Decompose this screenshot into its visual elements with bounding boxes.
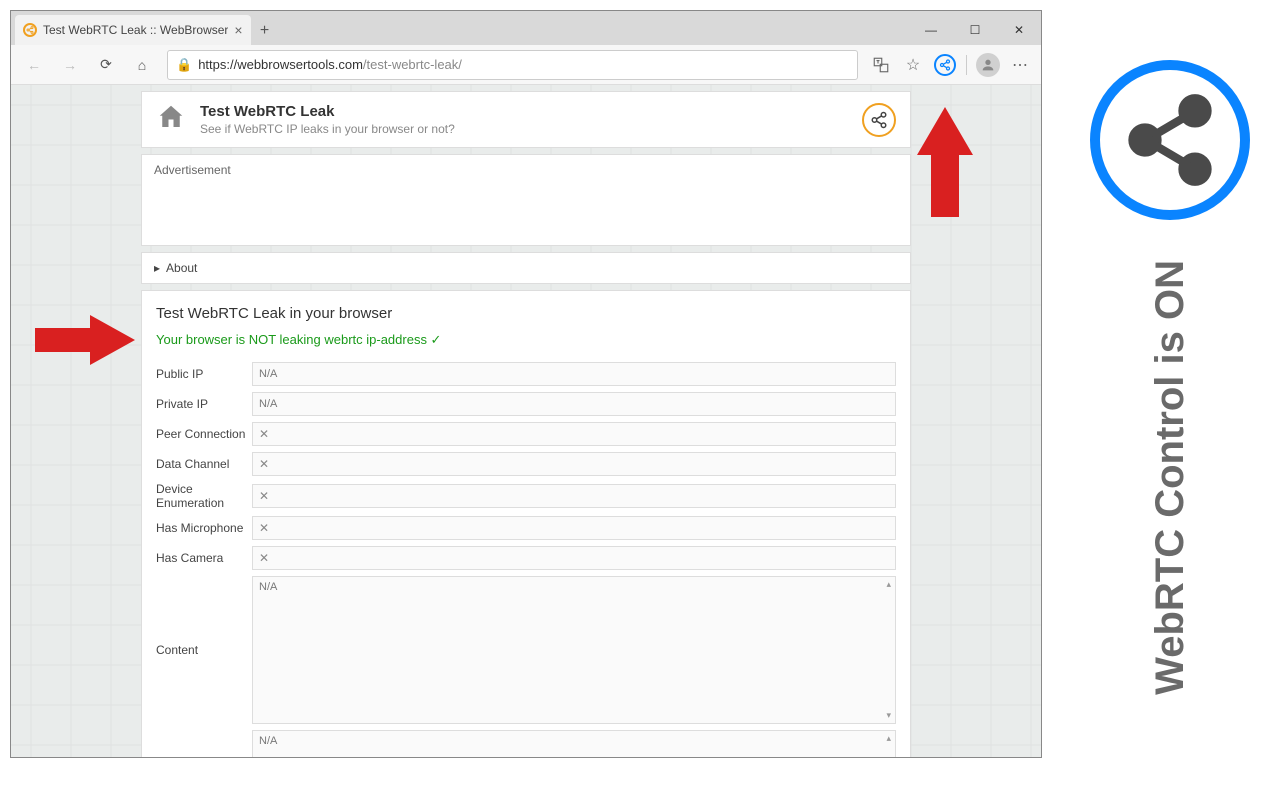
row-value: ✕	[252, 484, 896, 508]
row-label: Content	[156, 643, 252, 657]
webrtc-control-logo	[1090, 60, 1250, 220]
row-value: ✕	[252, 516, 896, 540]
section-title: Test WebRTC Leak in your browser	[156, 305, 896, 322]
row-label: Peer Connection	[156, 427, 252, 441]
advertisement-box: Advertisement	[141, 154, 911, 246]
result-row: Data Channel✕	[156, 452, 896, 476]
separator	[966, 55, 967, 75]
scroll-down-icon[interactable]: ▾	[886, 756, 891, 757]
address-bar[interactable]: 🔒 https://webbrowsertools.com/test-webrt…	[167, 50, 858, 80]
titlebar: Test WebRTC Leak :: WebBrowser × + — ☐ ✕	[11, 11, 1041, 45]
page-title: Test WebRTC Leak	[200, 103, 455, 120]
row-value: N/A ▴ ▾	[252, 730, 896, 757]
row-value: ✕	[252, 422, 896, 446]
row-label: Has Microphone	[156, 521, 252, 535]
result-row: Has Microphone✕	[156, 516, 896, 540]
maximize-button[interactable]: ☐	[953, 15, 997, 45]
minimize-button[interactable]: —	[909, 15, 953, 45]
forward-button[interactable]: →	[53, 48, 87, 82]
share-button[interactable]	[862, 103, 896, 137]
row-value: N/A	[252, 392, 896, 416]
back-button[interactable]: ←	[17, 48, 51, 82]
close-button[interactable]: ✕	[997, 15, 1041, 45]
page-subtitle: See if WebRTC IP leaks in your browser o…	[200, 122, 455, 136]
tab-title: Test WebRTC Leak :: WebBrowser	[43, 23, 228, 37]
new-tab-button[interactable]: +	[251, 17, 279, 45]
side-panel: WebRTC Control is ON	[1060, 0, 1280, 800]
result-row: Has Camera✕	[156, 546, 896, 570]
scroll-up-icon[interactable]: ▴	[886, 579, 891, 590]
row-label: Device Enumeration	[156, 482, 252, 510]
content-row: Content N/A ▴ ▾	[156, 576, 896, 724]
row-value: ✕	[252, 452, 896, 476]
home-icon[interactable]	[156, 102, 186, 137]
page-viewport[interactable]: Test WebRTC Leak See if WebRTC IP leaks …	[11, 85, 1041, 757]
test-results: Test WebRTC Leak in your browser Your br…	[141, 290, 911, 757]
row-value: N/A ▴ ▾	[252, 576, 896, 724]
refresh-button[interactable]: ⟳	[89, 48, 123, 82]
navbar: ← → ⟳ ⌂ 🔒 https://webbrowsertools.com/te…	[11, 45, 1041, 85]
close-icon[interactable]: ×	[234, 22, 242, 38]
row-label: Data Channel	[156, 457, 252, 471]
browser-window: Test WebRTC Leak :: WebBrowser × + — ☐ ✕…	[10, 10, 1042, 758]
translate-icon[interactable]	[866, 48, 896, 82]
profile-button[interactable]	[973, 48, 1003, 82]
scroll-down-icon[interactable]: ▾	[886, 710, 891, 721]
status-message: Your browser is NOT leaking webrtc ip-ad…	[156, 332, 896, 348]
result-row: Device Enumeration✕	[156, 482, 896, 510]
row-label: Public IP	[156, 367, 252, 381]
extra-row: N/A ▴ ▾	[156, 730, 896, 757]
result-row: Public IPN/A	[156, 362, 896, 386]
browser-tab[interactable]: Test WebRTC Leak :: WebBrowser ×	[15, 15, 251, 45]
menu-button[interactable]: ⋯	[1005, 48, 1035, 82]
side-caption: WebRTC Control is ON	[1148, 260, 1193, 695]
annotation-arrow-right	[35, 315, 135, 365]
favorite-icon[interactable]: ☆	[898, 48, 928, 82]
about-expander[interactable]: ▸ About	[141, 252, 911, 284]
row-value: ✕	[252, 546, 896, 570]
annotation-arrow-up	[917, 107, 973, 217]
result-row: Private IPN/A	[156, 392, 896, 416]
extension-webrtc-control[interactable]	[930, 48, 960, 82]
row-value: N/A	[252, 362, 896, 386]
row-label: Private IP	[156, 397, 252, 411]
row-label: Has Camera	[156, 551, 252, 565]
result-row: Peer Connection✕	[156, 422, 896, 446]
chevron-right-icon: ▸	[154, 261, 160, 275]
url-text: https://webbrowsertools.com/test-webrtc-…	[198, 57, 849, 72]
page-header: Test WebRTC Leak See if WebRTC IP leaks …	[141, 91, 911, 148]
scroll-up-icon[interactable]: ▴	[886, 733, 891, 744]
share-icon	[23, 23, 37, 37]
lock-icon: 🔒	[176, 57, 192, 73]
home-button[interactable]: ⌂	[125, 48, 159, 82]
window-controls: — ☐ ✕	[909, 15, 1041, 45]
